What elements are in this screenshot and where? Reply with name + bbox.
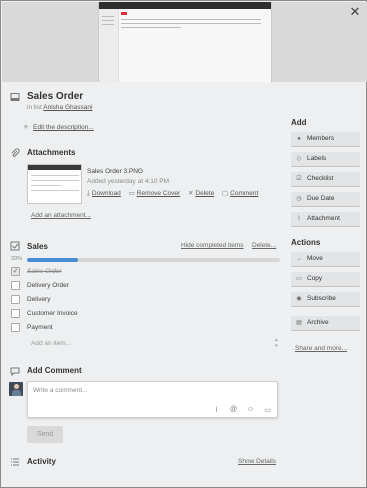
checklist-item[interactable]: Customer Invoice: [11, 309, 281, 319]
checkbox[interactable]: [11, 323, 20, 332]
person-icon: ●: [297, 136, 301, 142]
show-details-link[interactable]: Show Details: [238, 458, 276, 465]
edit-description-label: Edit the description...: [33, 124, 94, 131]
attachments-heading: Attachments: [27, 148, 76, 157]
delete-attachment-link[interactable]: Delete: [195, 190, 214, 197]
eye-icon: ◉: [296, 296, 302, 302]
speech-bubble-icon: [10, 366, 20, 377]
checklist-progress-bar: [27, 258, 280, 262]
in-list-prefix: in list: [27, 104, 42, 111]
add-comment-heading: Add Comment: [27, 366, 82, 375]
checklist-item-label[interactable]: Delivery Order: [27, 282, 69, 289]
checklist-item-label[interactable]: Customer Invoice: [27, 310, 78, 317]
attachment-file-name: Sales Order 3.PNG: [87, 168, 143, 175]
download-icon: ⤓: [87, 190, 90, 197]
archive-label: Archive: [307, 319, 329, 326]
checklist-item[interactable]: Delivery: [11, 295, 281, 305]
calendar-icon: ◷: [296, 196, 302, 202]
checklist-item[interactable]: Payment: [11, 323, 281, 333]
edit-description-link[interactable]: ≡ Edit the description...: [24, 124, 94, 131]
arrow-right-icon: →: [296, 256, 302, 262]
checkbox[interactable]: [11, 281, 20, 290]
resize-handle-icon[interactable]: ▴ ▾: [275, 337, 279, 349]
subscribe-button[interactable]: ◉ Subscribe: [291, 292, 360, 306]
add-heading: Add: [291, 118, 307, 127]
list-name-link[interactable]: Anisha Ghassani: [43, 104, 92, 111]
comment-icon: ▢: [222, 190, 229, 197]
comment-placeholder: Write a comment...: [33, 387, 88, 394]
attachment-added-time: Added yesterday at 4:10 PM: [87, 178, 170, 185]
attachment-label: Attachment: [307, 215, 340, 222]
card-link-icon[interactable]: ▭: [263, 406, 272, 414]
members-button[interactable]: ● Members: [291, 132, 360, 146]
close-icon[interactable]: ✕: [348, 5, 362, 19]
checklist-item[interactable]: ✓ Sales Order: [11, 267, 281, 277]
checklist-progress-fill: [27, 258, 78, 262]
attachment-thumbnail[interactable]: [27, 164, 82, 204]
card-cover: ✕: [2, 2, 367, 82]
card-icon: [10, 92, 20, 102]
cover-icon: ▭: [128, 190, 135, 197]
actions-heading: Actions: [291, 238, 321, 247]
description-icon: ≡: [24, 124, 28, 131]
checklist-label: Checklist: [307, 175, 334, 182]
emoji-icon[interactable]: ☺: [246, 406, 255, 413]
card-title[interactable]: Sales Order: [27, 91, 83, 102]
checkbox-checked[interactable]: ✓: [11, 267, 20, 276]
send-button[interactable]: Send: [27, 426, 63, 443]
checklist-item-label[interactable]: Payment: [27, 324, 53, 331]
mention-icon[interactable]: @: [229, 406, 238, 413]
due-date-button[interactable]: ◷ Due Date: [291, 192, 360, 206]
move-label: Move: [307, 255, 323, 262]
avatar[interactable]: [9, 382, 23, 396]
checkbox[interactable]: [11, 295, 20, 304]
card-detail-window: ✕ Sales Order in list Anisha Ghassani ≡ …: [0, 0, 367, 488]
checklist-title[interactable]: Sales: [27, 242, 48, 251]
share-and-more-link[interactable]: Share and more...: [295, 345, 347, 352]
labels-label: Labels: [307, 155, 327, 162]
add-attachment-link[interactable]: Add an attachment...: [31, 212, 91, 219]
delete-checklist-link[interactable]: Delete...: [252, 242, 276, 249]
members-label: Members: [307, 135, 335, 142]
archive-icon: ▤: [296, 320, 302, 326]
copy-icon: ▭: [296, 276, 302, 282]
delete-icon: ✕: [187, 190, 194, 197]
checklist-icon: [10, 241, 20, 251]
attachment-button[interactable]: ⌇ Attachment: [291, 212, 360, 226]
checklist-item-label[interactable]: Sales Order: [27, 268, 62, 275]
subscribe-label: Subscribe: [307, 295, 336, 302]
checklist-button[interactable]: ☑ Checklist: [291, 172, 360, 186]
add-item-input[interactable]: Add an item...: [31, 340, 71, 347]
checklist-item[interactable]: Delivery Order: [11, 281, 281, 291]
activity-list-icon: [10, 457, 20, 467]
remove-cover-link[interactable]: Remove Cover: [137, 190, 180, 197]
download-link[interactable]: Download: [92, 190, 121, 197]
hide-completed-link[interactable]: Hide completed items: [181, 242, 244, 249]
copy-button[interactable]: ▭ Copy: [291, 272, 360, 286]
labels-button[interactable]: ◇ Labels: [291, 152, 360, 166]
attachment-actions: ⤓ Download ▭ Remove Cover ✕ Delete ▢ Comment: [87, 189, 264, 198]
paperclip-icon: ⌇: [297, 216, 301, 222]
checklist-percent: 20%: [11, 256, 23, 262]
attach-icon[interactable]: ⌇: [212, 406, 221, 414]
activity-heading: Activity: [27, 457, 56, 466]
in-list-line: in list Anisha Ghassani: [27, 104, 92, 111]
checkbox-icon: ☑: [296, 176, 302, 182]
comment-attachment-link[interactable]: Comment: [230, 190, 258, 197]
checkbox[interactable]: [11, 309, 20, 318]
paperclip-icon: [10, 148, 20, 158]
archive-button[interactable]: ▤ Archive: [291, 316, 360, 330]
comment-input[interactable]: Write a comment... ⌇ @ ☺ ▭: [27, 381, 278, 418]
copy-label: Copy: [307, 275, 323, 282]
due-date-label: Due Date: [307, 195, 335, 202]
tag-icon: ◇: [296, 156, 302, 162]
cover-image-thumbnail[interactable]: [98, 2, 272, 82]
checklist-item-label[interactable]: Delivery: [27, 296, 50, 303]
move-button[interactable]: → Move: [291, 252, 360, 266]
